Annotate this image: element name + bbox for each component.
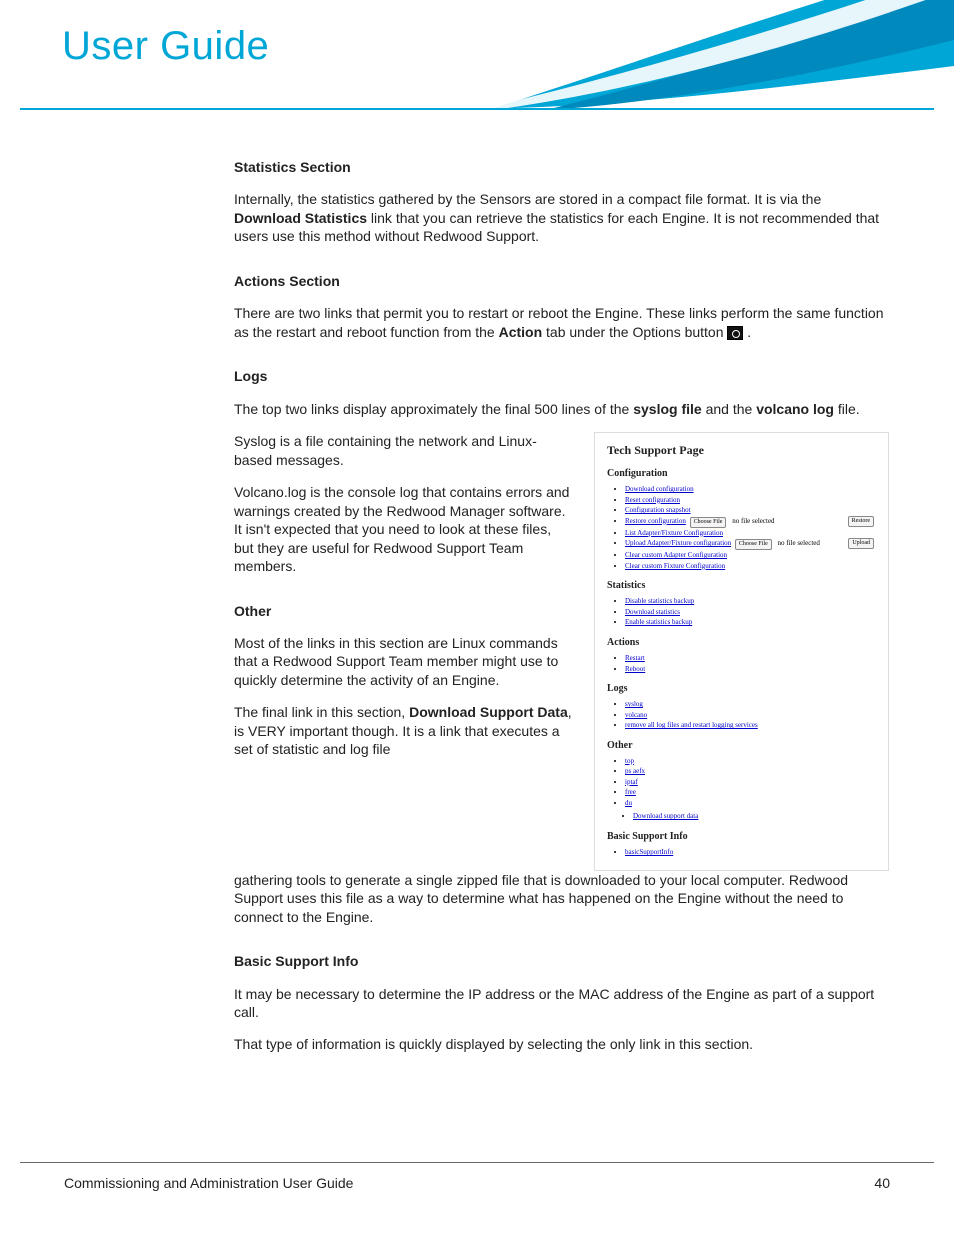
heading-basic: Basic Support Info bbox=[234, 952, 889, 970]
panel-list-other: top ps aefx iptaf free du bbox=[625, 756, 876, 809]
page-number: 40 bbox=[874, 1175, 890, 1191]
panel-title: Tech Support Page bbox=[607, 443, 876, 459]
panel-list-basic: basicSupportInfo bbox=[625, 847, 876, 858]
para-logs-3: Volcano.log is the console log that cont… bbox=[234, 483, 574, 575]
panel-link[interactable]: Clear custom Fixture Configuration bbox=[625, 562, 725, 570]
file-status: no file selected bbox=[778, 539, 820, 547]
panel-link[interactable]: Restore configuration bbox=[625, 517, 686, 525]
panel-list-other-sub: Download support data bbox=[633, 811, 876, 822]
panel-link[interactable]: Download configuration bbox=[625, 485, 694, 493]
heading-other: Other bbox=[234, 602, 574, 620]
heading-statistics: Statistics Section bbox=[234, 158, 889, 176]
panel-h-logs: Logs bbox=[607, 682, 876, 695]
panel-h-statistics: Statistics bbox=[607, 579, 876, 592]
file-status: no file selected bbox=[732, 517, 774, 525]
para-actions: There are two links that permit you to r… bbox=[234, 304, 889, 341]
choose-file-button[interactable]: Choose File bbox=[735, 539, 772, 550]
heading-actions: Actions Section bbox=[234, 272, 889, 290]
upload-button[interactable]: Upload bbox=[848, 538, 874, 549]
panel-link[interactable]: du bbox=[625, 799, 632, 807]
panel-link[interactable]: remove all log files and restart logging… bbox=[625, 721, 758, 729]
panel-h-actions: Actions bbox=[607, 636, 876, 649]
panel-h-configuration: Configuration bbox=[607, 467, 876, 480]
panel-link[interactable]: Download statistics bbox=[625, 608, 680, 616]
footer-text: Commissioning and Administration User Gu… bbox=[64, 1175, 353, 1191]
tech-support-panel: Tech Support Page Configuration Download… bbox=[594, 432, 889, 870]
panel-link[interactable]: Reboot bbox=[625, 665, 645, 673]
panel-h-other: Other bbox=[607, 739, 876, 752]
para-other-1: Most of the links in this section are Li… bbox=[234, 634, 574, 689]
panel-link[interactable]: top bbox=[625, 757, 634, 765]
panel-link[interactable]: Upload Adapter/Fixture configuration bbox=[625, 539, 731, 547]
options-gear-icon bbox=[727, 326, 743, 340]
panel-list-statistics: Disable statistics backup Download stati… bbox=[625, 596, 876, 628]
panel-link[interactable]: Configuration snapshot bbox=[625, 506, 691, 514]
panel-link[interactable]: Reset configuration bbox=[625, 496, 680, 504]
panel-link[interactable]: Disable statistics backup bbox=[625, 597, 694, 605]
doc-title: User Guide bbox=[62, 24, 269, 69]
footer-rule bbox=[20, 1162, 934, 1163]
panel-link[interactable]: iptaf bbox=[625, 778, 638, 786]
para-other-2b: gathering tools to generate a single zip… bbox=[234, 871, 889, 926]
para-logs-1: The top two links display approximately … bbox=[234, 400, 889, 418]
panel-link[interactable]: ps aefx bbox=[625, 767, 645, 775]
panel-link[interactable]: free bbox=[625, 788, 636, 796]
choose-file-button[interactable]: Choose File bbox=[690, 517, 727, 528]
panel-link[interactable]: Enable statistics backup bbox=[625, 618, 692, 626]
para-basic-2: That type of information is quickly disp… bbox=[234, 1035, 889, 1053]
panel-link[interactable]: List Adapter/Fixture Configuration bbox=[625, 529, 723, 537]
panel-link[interactable]: volcano bbox=[625, 711, 647, 719]
panel-list-configuration: Download configuration Reset configurati… bbox=[625, 484, 876, 571]
panel-list-logs: syslog volcano remove all log files and … bbox=[625, 699, 876, 731]
panel-link[interactable]: Restart bbox=[625, 654, 645, 662]
page-footer: Commissioning and Administration User Gu… bbox=[64, 1175, 890, 1191]
panel-link[interactable]: syslog bbox=[625, 700, 643, 708]
page-header: User Guide bbox=[0, 0, 954, 110]
panel-link[interactable]: Clear custom Adapter Configuration bbox=[625, 551, 727, 559]
para-basic-1: It may be necessary to determine the IP … bbox=[234, 985, 889, 1022]
para-other-2a: The final link in this section, Download… bbox=[234, 703, 574, 758]
restore-button[interactable]: Restore bbox=[848, 516, 874, 527]
panel-link[interactable]: Download support data bbox=[633, 812, 698, 820]
header-swoosh-graphic bbox=[494, 0, 954, 110]
left-column: Syslog is a file containing the network … bbox=[234, 432, 574, 759]
panel-link[interactable]: basicSupportInfo bbox=[625, 848, 673, 856]
para-statistics: Internally, the statistics gathered by t… bbox=[234, 190, 889, 245]
heading-logs: Logs bbox=[234, 367, 889, 385]
panel-h-basic: Basic Support Info bbox=[607, 830, 876, 843]
page-body: Statistics Section Internally, the stati… bbox=[234, 158, 889, 1068]
header-rule bbox=[20, 108, 934, 110]
para-logs-2: Syslog is a file containing the network … bbox=[234, 432, 574, 469]
panel-list-actions: Restart Reboot bbox=[625, 653, 876, 674]
